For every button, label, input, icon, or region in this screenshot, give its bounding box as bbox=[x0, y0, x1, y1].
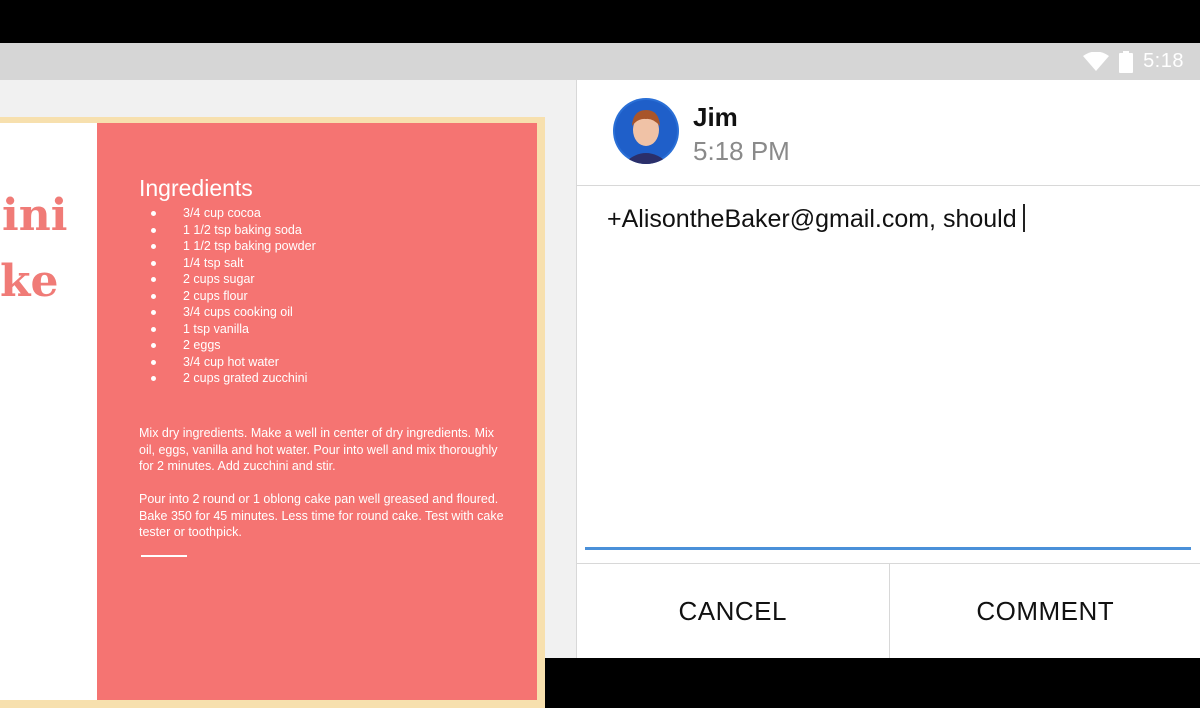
slide-title-line-2: ke bbox=[0, 249, 67, 315]
list-item: 3/4 cups cooking oil bbox=[139, 304, 316, 321]
ingredients-list: 3/4 cup cocoa 1 1/2 tsp baking soda 1 1/… bbox=[139, 205, 316, 387]
status-bar: 5:18 bbox=[0, 43, 1200, 80]
top-black-bar bbox=[0, 0, 1200, 43]
slide-divider bbox=[141, 555, 187, 557]
comment-input-underline bbox=[585, 547, 1191, 550]
instructions-paragraph-1: Mix dry ingredients. Make a well in cent… bbox=[139, 425, 509, 475]
status-time: 5:18 bbox=[1143, 50, 1184, 73]
comment-timestamp: 5:18 PM bbox=[693, 136, 790, 167]
comment-button[interactable]: COMMENT bbox=[889, 564, 1200, 658]
list-item: 1/4 tsp salt bbox=[139, 255, 316, 272]
battery-icon bbox=[1119, 51, 1133, 73]
slide-preview-pane: ini ke Ingredients 3/4 cup cocoa 1 1/2 t… bbox=[0, 80, 576, 658]
comment-header: Jim 5:18 PM bbox=[577, 80, 1200, 186]
comment-author: Jim bbox=[693, 102, 738, 133]
list-item: 2 cups flour bbox=[139, 288, 316, 305]
text-cursor bbox=[1023, 204, 1025, 232]
list-item: 1 1/2 tsp baking powder bbox=[139, 238, 316, 255]
cancel-button[interactable]: CANCEL bbox=[577, 564, 889, 658]
ingredients-heading: Ingredients bbox=[139, 175, 253, 202]
slide-title-line-1: ini bbox=[0, 183, 67, 249]
list-item: 3/4 cup cocoa bbox=[139, 205, 316, 222]
list-item: 3/4 cup hot water bbox=[139, 354, 316, 371]
avatar bbox=[613, 98, 679, 164]
status-icons: 5:18 bbox=[1083, 43, 1184, 80]
list-item: 2 cups grated zucchini bbox=[139, 370, 316, 387]
comment-input-text: +AlisontheBaker@gmail.com, should bbox=[607, 205, 1017, 233]
wifi-icon bbox=[1083, 52, 1109, 72]
slide-recipe-panel: Ingredients 3/4 cup cocoa 1 1/2 tsp baki… bbox=[97, 123, 537, 700]
comment-input[interactable]: +AlisontheBaker@gmail.com, should bbox=[607, 204, 1025, 234]
list-item: 2 cups sugar bbox=[139, 271, 316, 288]
list-item: 1 tsp vanilla bbox=[139, 321, 316, 338]
list-item: 2 eggs bbox=[139, 337, 316, 354]
instructions-paragraph-2: Pour into 2 round or 1 oblong cake pan w… bbox=[139, 491, 509, 541]
slide-title-panel: ini ke bbox=[0, 123, 97, 700]
list-item: 1 1/2 tsp baking soda bbox=[139, 222, 316, 239]
dialog-actions: CANCEL COMMENT bbox=[577, 563, 1200, 658]
comment-dialog: Jim 5:18 PM +AlisontheBaker@gmail.com, s… bbox=[576, 80, 1200, 658]
slide-title: ini ke bbox=[0, 183, 67, 315]
